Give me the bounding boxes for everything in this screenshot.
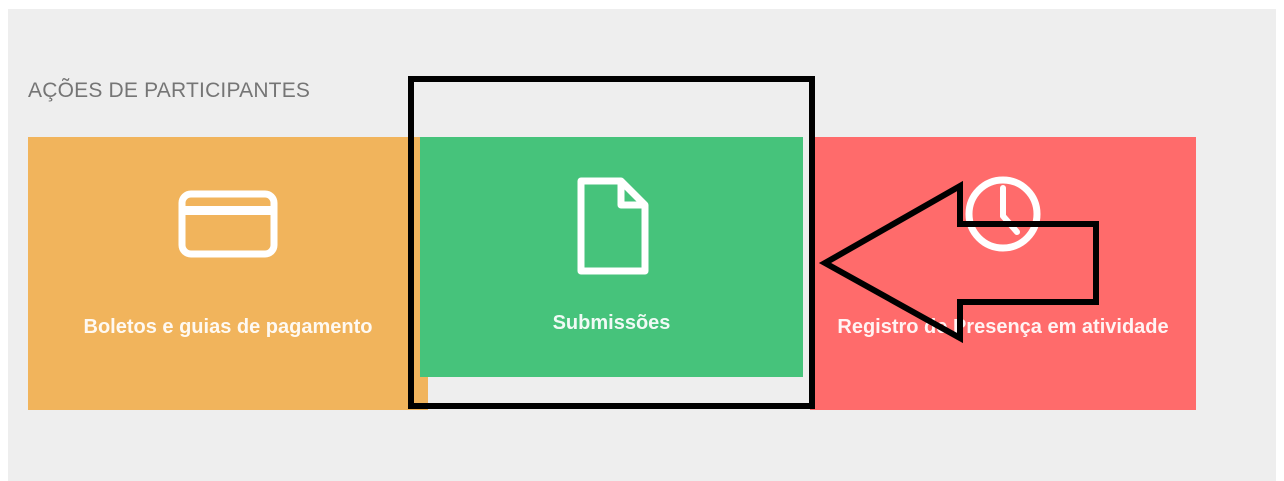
document-icon (573, 175, 651, 284)
tile-boletos[interactable]: Boletos e guias de pagamento (28, 137, 428, 410)
clock-icon (963, 174, 1043, 259)
section-title: AÇÕES DE PARTICIPANTES (28, 79, 311, 102)
credit-card-icon (178, 190, 278, 263)
tile-registro-presenca-label: Registro de Presença em atividade (837, 316, 1169, 338)
tile-boletos-label: Boletos e guias de pagamento (83, 316, 373, 338)
tile-submissoes[interactable]: Submissões (420, 137, 803, 377)
tile-registro-presenca[interactable]: Registro de Presença em atividade (810, 137, 1196, 410)
tile-submissoes-label: Submissões (552, 312, 671, 334)
